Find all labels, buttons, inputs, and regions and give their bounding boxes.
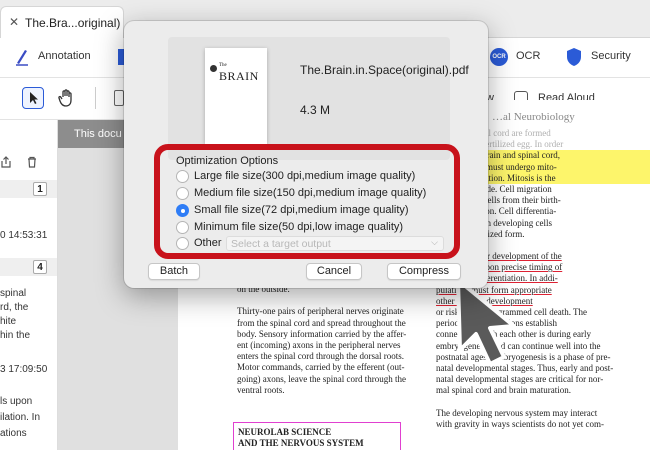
radio-large[interactable] xyxy=(176,170,189,183)
file-size: 4.3 M xyxy=(300,103,331,117)
document-line: ent (incoming) axons in the peripheral n… xyxy=(237,339,401,350)
cancel-button[interactable]: Cancel xyxy=(306,263,362,280)
box-title-line: NEUROLAB SCIENCE xyxy=(238,427,332,437)
page-tool-icon[interactable] xyxy=(114,90,124,106)
document-line: Thirty-one pairs of peripheral nerves or… xyxy=(237,306,404,317)
option-label: Other xyxy=(194,237,222,249)
radio-minimum[interactable] xyxy=(176,221,189,234)
close-tab-icon[interactable]: ✕ xyxy=(9,15,19,29)
batch-button[interactable]: Batch xyxy=(148,263,200,280)
ocr-button[interactable]: OCR xyxy=(516,50,540,62)
section-heading: …al Neurobiology xyxy=(492,111,575,123)
option-label: Minimum file size(50 dpi,low image quali… xyxy=(194,221,404,233)
publisher-logo-icon xyxy=(210,65,217,72)
pdf-thumbnail: The BRAIN xyxy=(205,48,267,144)
compress-button[interactable]: Compress xyxy=(387,263,461,280)
annotation-pen-icon[interactable] xyxy=(14,48,30,66)
cursor-icon xyxy=(30,92,38,104)
document-line: The developing nervous system may intera… xyxy=(436,407,598,418)
comment-timestamp: 3 17:09:50 xyxy=(0,364,48,375)
file-name: The.Brain.in.Space(original).pdf xyxy=(300,63,469,77)
radio-small[interactable] xyxy=(176,204,189,217)
comment-snippet[interactable]: hite xyxy=(0,316,16,327)
document-tab[interactable]: ✕ The.Bra...original) xyxy=(0,6,124,38)
optimization-options-title: Optimization Options xyxy=(176,155,279,167)
document-line: Motor commands, carried by the efferent … xyxy=(237,362,405,373)
comment-page-number: 1 xyxy=(33,182,47,196)
hand-icon[interactable] xyxy=(58,88,76,108)
left-column-text: on the outside. Thirty-one pairs of perip… xyxy=(237,284,433,396)
comment-snippet[interactable]: ilation. In xyxy=(0,412,40,423)
select-tool-button[interactable] xyxy=(22,87,44,109)
annotation-button[interactable]: Annotation xyxy=(38,50,91,62)
document-notice-text: This docu xyxy=(74,128,122,140)
comment-page-band xyxy=(0,180,57,198)
comment-snippet[interactable]: spinal xyxy=(0,288,26,299)
file-preview-panel: The BRAIN The.Brain.in.Space(original).p… xyxy=(168,37,469,160)
document-line: going) axons, leave the spinal cord thro… xyxy=(237,373,406,384)
comments-sidebar: 1 0 14:53:31 4 spinal rd, the hite hin t… xyxy=(0,120,58,450)
security-button[interactable]: Security xyxy=(591,50,631,62)
document-line: from the spinal cord and spread througho… xyxy=(237,317,406,328)
document-line: with gravity in ways scientists do not y… xyxy=(436,418,604,429)
radio-other[interactable] xyxy=(176,237,189,250)
option-label: Small file size(72 dpi,medium image qual… xyxy=(194,204,409,216)
thumbnail-the: The xyxy=(219,63,227,68)
document-line: ventral roots. xyxy=(237,384,285,395)
comment-snippet[interactable]: hin the xyxy=(0,330,30,341)
radio-medium[interactable] xyxy=(176,187,189,200)
option-label: Large file size(300 dpi,medium image qua… xyxy=(194,170,416,182)
neurolab-sidebar-box: NEUROLAB SCIENCE AND THE NERVOUS SYSTEM xyxy=(233,422,401,450)
comment-timestamp: 0 14:53:31 xyxy=(0,230,48,241)
chevron-down-icon: ⌵ xyxy=(431,237,438,247)
comment-page-number: 4 xyxy=(33,260,47,274)
document-line: natal developmental stages are critical … xyxy=(436,374,604,385)
box-title-line: AND THE NERVOUS SYSTEM xyxy=(238,438,364,448)
share-icon[interactable] xyxy=(0,156,12,168)
target-output-select[interactable]: Select a target output ⌵ xyxy=(226,236,444,251)
thumbnail-brain: BRAIN xyxy=(219,69,259,83)
comment-page-band xyxy=(0,258,57,276)
toolbar-divider xyxy=(95,87,96,109)
trash-icon[interactable] xyxy=(26,156,38,168)
tab-title: The.Bra...original) xyxy=(25,16,121,30)
ocr-icon[interactable]: OCR xyxy=(490,48,508,66)
document-line: mal spinal cord and brain maturation. xyxy=(436,385,571,396)
document-line: body. Sensory information carried by the… xyxy=(237,328,407,339)
document-line: enters the spinal cord through the dorsa… xyxy=(237,351,404,362)
target-output-placeholder: Select a target output xyxy=(231,238,331,250)
comment-snippet[interactable]: ations xyxy=(0,428,27,439)
comment-snippet[interactable]: rd, the xyxy=(0,302,28,313)
shield-icon[interactable] xyxy=(566,47,582,67)
option-label: Medium file size(150 dpi,medium image qu… xyxy=(194,187,427,199)
comment-snippet[interactable]: ls upon xyxy=(0,396,32,407)
